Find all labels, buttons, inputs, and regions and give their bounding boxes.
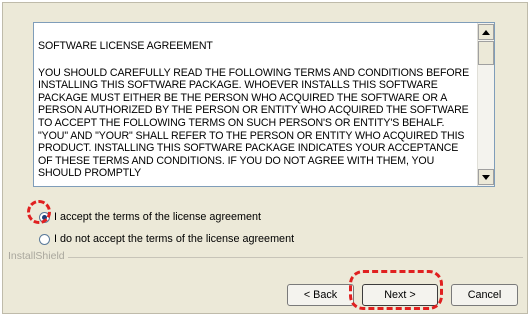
accept-label: I accept the terms of the license agreem… (54, 211, 262, 223)
cancel-button[interactable]: Cancel (451, 284, 518, 306)
scroll-down-button[interactable] (478, 169, 494, 185)
installshield-divider (61, 257, 523, 258)
scroll-up-button[interactable] (478, 24, 494, 40)
license-body: YOU SHOULD CAREFULLY READ THE FOLLOWING … (38, 66, 470, 180)
installshield-label: InstallShield (8, 250, 68, 262)
installer-dialog: SOFTWARE LICENSE AGREEMENT YOU SHOULD CA… (2, 2, 528, 314)
decline-label: I do not accept the terms of the license… (54, 233, 295, 245)
accept-highlight-annotation (27, 200, 51, 224)
license-title: SOFTWARE LICENSE AGREEMENT (38, 40, 213, 52)
scroll-up-arrow-icon (482, 29, 490, 35)
scroll-down-arrow-icon (482, 174, 490, 180)
decline-option[interactable]: I do not accept the terms of the license… (39, 232, 294, 246)
license-text-content: SOFTWARE LICENSE AGREEMENT YOU SHOULD CA… (38, 27, 473, 182)
decline-radio[interactable] (39, 233, 50, 245)
license-text-box[interactable]: SOFTWARE LICENSE AGREEMENT YOU SHOULD CA… (33, 22, 495, 187)
next-highlight-annotation (349, 270, 443, 310)
scroll-thumb[interactable] (478, 41, 494, 65)
back-button[interactable]: < Back (287, 284, 354, 306)
accept-option[interactable]: I accept the terms of the license agreem… (39, 210, 261, 224)
license-scrollbar[interactable] (477, 23, 494, 186)
